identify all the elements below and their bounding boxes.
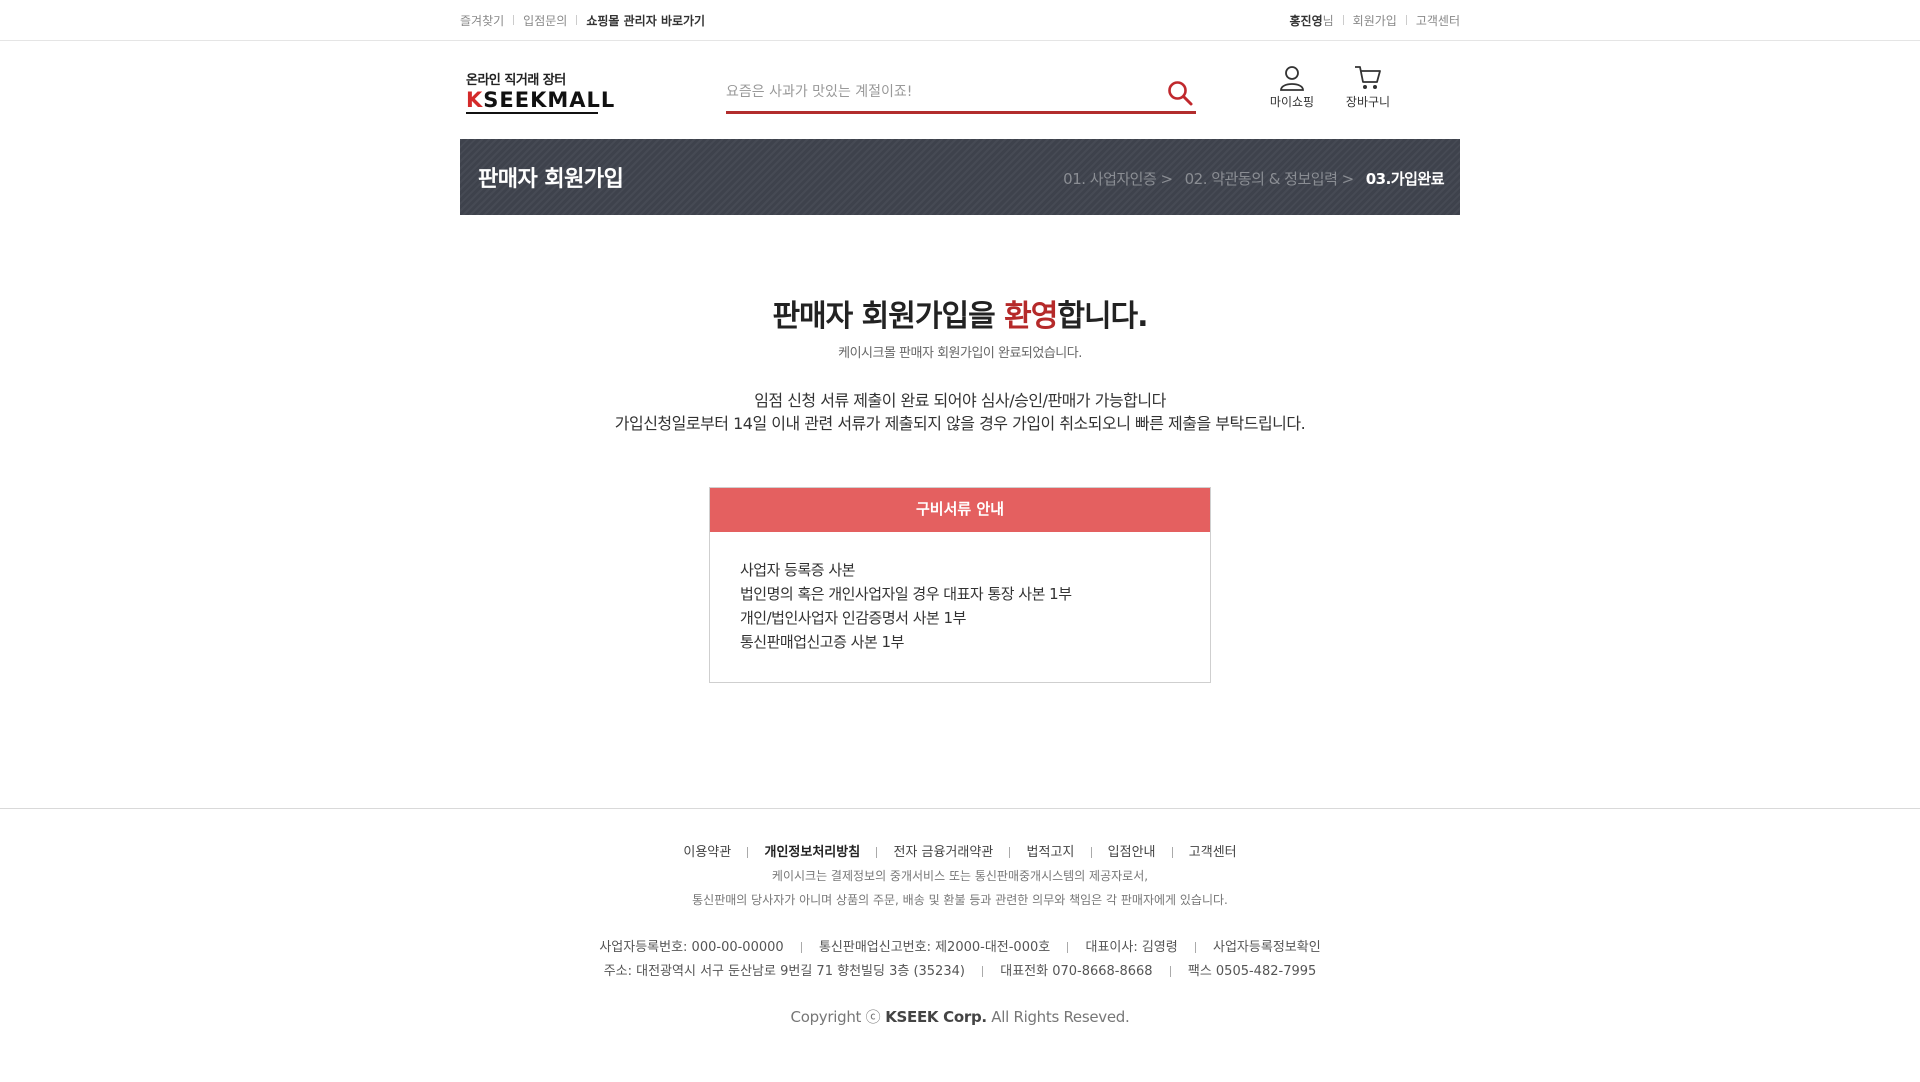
cart-icon	[1355, 66, 1381, 89]
step-business-verification: 01. 사업자인증 >	[1063, 170, 1173, 188]
copyright-post: All Rights Reseved.	[986, 1008, 1130, 1026]
footer-link-legal[interactable]: 법적고지	[1027, 845, 1075, 860]
footer: 이용약관 개인정보처리방침 전자 금융거래약관 법적고지 입점안내 고객센터 케…	[0, 808, 1920, 1027]
divider	[982, 966, 984, 977]
required-documents-list: 사업자 등록증 사본 법인명의 혹은 개인사업자일 경우 대표자 통장 사본 1…	[710, 532, 1210, 682]
welcome-title-post: 합니다.	[1057, 299, 1148, 334]
footer-disclaimer-line-1: 케이시크는 결제정보의 중개서비스 또는 통신판매중개시스템의 제공자로서,	[771, 869, 1149, 883]
my-shopping-button[interactable]: 마이쇼핑	[1262, 65, 1322, 110]
list-item: 개인/법인사업자 인감증명서 사본 1부	[740, 609, 966, 627]
cart-label: 장바구니	[1345, 95, 1391, 109]
divider	[1090, 847, 1092, 858]
top-right-links: 홍진영님 회원가입 고객센터	[1289, 12, 1460, 29]
divider	[513, 15, 515, 25]
company-info-line-1: 사업자등록번호: 000-00-00000 통신판매업신고번호: 제2000-대…	[0, 936, 1920, 960]
top-bar: 즐겨찾기 입점문의 쇼핑몰 관리자 바로가기 홍진영님 회원가입 고객센터	[0, 0, 1920, 41]
footer-nav: 이용약관 개인정보처리방침 전자 금융거래약관 법적고지 입점안내 고객센터	[0, 841, 1920, 860]
required-documents-header: 구비서류 안내	[710, 488, 1210, 532]
logo-k: K	[466, 88, 484, 112]
welcome-section: 판매자 회원가입을 환영합니다. 케이시크몰 판매자 회원가입이 완료되었습니다…	[460, 291, 1460, 361]
divider	[1009, 847, 1011, 858]
business-number: 사업자등록번호: 000-00-00000	[599, 940, 784, 955]
copyright-brand: KSEEK Corp.	[880, 1008, 987, 1026]
footer-disclaimer-line-2: 통신판매의 당사자가 아니며 상품의 주문, 배송 및 환불 등과 관련한 의무…	[692, 893, 1228, 907]
mail-order-number: 통신판매업신고번호: 제2000-대전-000호	[818, 940, 1051, 955]
search-icon[interactable]	[1166, 79, 1194, 107]
company-info-line-2: 주소: 대전광역시 서구 둔산남로 9번길 71 향천빌딩 3층 (35234)…	[0, 960, 1920, 984]
footer-link-terms[interactable]: 이용약관	[683, 845, 731, 860]
list-item: 법인명의 혹은 개인사업자일 경우 대표자 통장 사본 1부	[740, 585, 1072, 603]
logo[interactable]: 온라인 직거래 장터 KSEEKMALL	[466, 69, 615, 114]
cart-button[interactable]: 장바구니	[1338, 65, 1398, 110]
divider	[1405, 15, 1407, 25]
logo-underline	[466, 112, 598, 114]
partner-inquiry-link[interactable]: 입점문의	[523, 12, 567, 29]
user-greeting: 홍진영님	[1289, 12, 1333, 29]
notice-line-1: 임점 신청 서류 제출이 완료 되어야 심사/승인/판매가 가능합니다	[754, 391, 1166, 410]
logo-rest: SEEKMALL	[483, 88, 616, 112]
welcome-title-pre: 판매자 회원가입을	[772, 299, 1005, 334]
required-documents-box: 구비서류 안내 사업자 등록증 사본 법인명의 혹은 개인사업자일 경우 대표자…	[709, 487, 1211, 683]
footer-link-partner[interactable]: 입점안내	[1108, 845, 1156, 860]
company-info: 사업자등록번호: 000-00-00000 통신판매업신고번호: 제2000-대…	[0, 936, 1920, 984]
admin-link[interactable]: 쇼핑몰 관리자 바로가기	[586, 12, 705, 29]
welcome-subtitle: 케이시크몰 판매자 회원가입이 완료되었습니다.	[838, 346, 1082, 361]
copyright-pre: Copyright	[790, 1008, 866, 1026]
list-item: 사업자 등록증 사본	[740, 561, 855, 579]
bookmark-link[interactable]: 즐겨찾기	[460, 12, 504, 29]
notice-line-2: 가입신청일로부터 14일 이내 관련 서류가 제출되지 않을 경우 가입이 취소…	[614, 414, 1306, 433]
divider	[1067, 942, 1069, 953]
divider	[1194, 942, 1196, 953]
divider	[1169, 966, 1171, 977]
company-fax: 팩스 0505-482-7995	[1187, 964, 1317, 979]
user-icon	[1280, 66, 1304, 91]
support-link[interactable]: 고객센터	[1416, 12, 1460, 29]
list-item: 통신판매업신고증 사본 1부	[740, 633, 904, 651]
search-bar	[726, 75, 1196, 114]
footer-link-privacy[interactable]: 개인정보처리방침	[764, 845, 860, 860]
business-info-check-link[interactable]: 사업자등록정보확인	[1213, 940, 1321, 955]
header: 온라인 직거래 장터 KSEEKMALL 마이쇼핑	[0, 41, 1920, 139]
divider	[747, 847, 749, 858]
copyright: Copyright ⓒ KSEEK Corp. All Rights Resev…	[0, 1006, 1920, 1027]
divider	[1342, 15, 1344, 25]
logo-wordmark: KSEEKMALL	[466, 89, 615, 111]
signup-link[interactable]: 회원가입	[1353, 12, 1397, 29]
footer-link-efinance[interactable]: 전자 금융거래약관	[893, 845, 993, 860]
divider	[800, 942, 802, 953]
divider	[1171, 847, 1173, 858]
ceo-name: 대표이사: 김영령	[1085, 940, 1178, 955]
page-banner: 판매자 회원가입 01. 사업자인증 > 02. 약관동의 & 정보입력 > 0…	[460, 139, 1460, 215]
company-phone: 대표전화 070-8668-8668	[1000, 964, 1153, 979]
copyright-icon: ⓒ	[865, 1008, 881, 1026]
divider	[576, 15, 578, 25]
step-complete: 03.가입완료	[1365, 170, 1445, 188]
step-terms-info: 02. 약관동의 & 정보입력 >	[1184, 170, 1355, 188]
search-input[interactable]	[726, 75, 1146, 109]
my-shopping-label: 마이쇼핑	[1269, 95, 1315, 109]
company-address: 주소: 대전광역시 서구 둔산남로 9번길 71 향천빌딩 3층 (35234)	[603, 964, 965, 979]
welcome-title: 판매자 회원가입을 환영합니다.	[460, 291, 1460, 335]
user-name: 홍진영	[1289, 13, 1323, 28]
signup-steps: 01. 사업자인증 > 02. 약관동의 & 정보입력 > 03.가입완료	[1051, 168, 1444, 189]
page-title: 판매자 회원가입	[478, 167, 624, 192]
footer-link-support[interactable]: 고객센터	[1189, 845, 1237, 860]
user-suffix: 님	[1322, 13, 1334, 28]
document-notice: 임점 신청 서류 제출이 완료 되어야 심사/승인/판매가 가능합니다 가입신청…	[460, 389, 1460, 435]
footer-disclaimer: 케이시크는 결제정보의 중개서비스 또는 통신판매중개시스템의 제공자로서, 통…	[0, 864, 1920, 912]
top-left-links: 즐겨찾기 입점문의 쇼핑몰 관리자 바로가기	[460, 12, 705, 29]
welcome-title-accent: 환영	[1004, 299, 1058, 334]
divider	[876, 847, 878, 858]
logo-subtitle: 온라인 직거래 장터	[466, 73, 566, 88]
